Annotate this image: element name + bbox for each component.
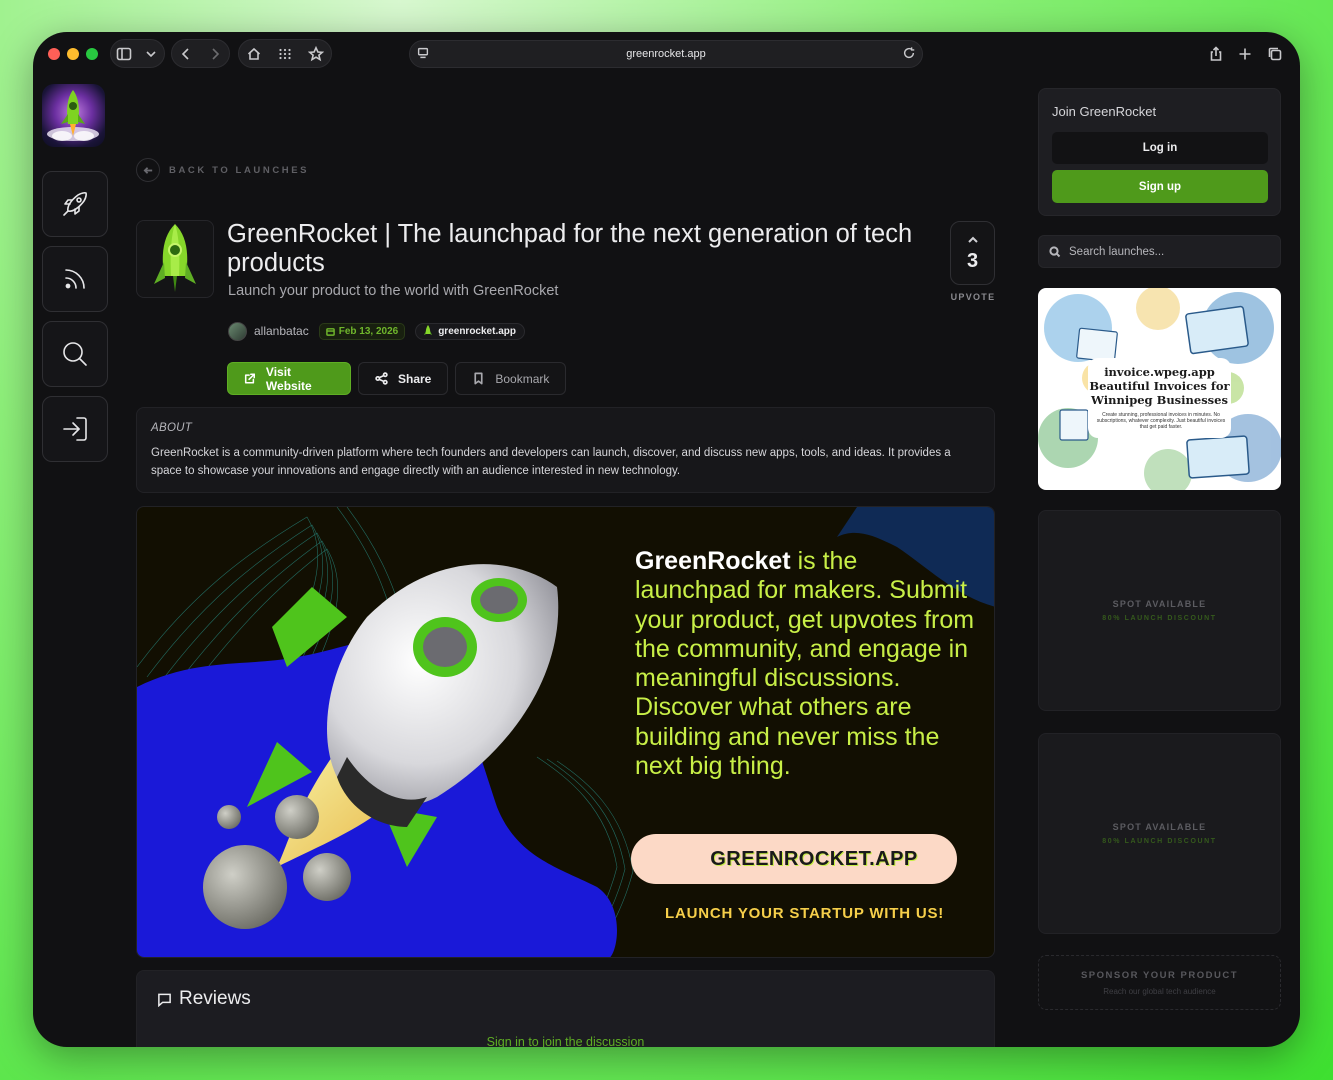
- upvote-label: UPVOTE: [950, 292, 996, 302]
- log-in-button[interactable]: Log in: [1052, 132, 1268, 164]
- external-link-icon: [244, 373, 255, 384]
- banner-cta-text: GREENROCKET.APP: [710, 847, 918, 870]
- grid-icon[interactable]: [273, 42, 297, 66]
- browser-window: greenrocket.app BACK TO LAUNCHES GreenRo…: [33, 32, 1300, 1047]
- close-window-button[interactable]: [48, 48, 60, 60]
- sign-in-icon: [63, 417, 87, 441]
- reload-icon[interactable]: [902, 46, 916, 63]
- banner-cta: GREENROCKET.APP: [631, 834, 957, 884]
- browser-toolbar: greenrocket.app: [33, 32, 1300, 76]
- bookmark-button[interactable]: Bookmark: [455, 362, 567, 395]
- url-text: greenrocket.app: [626, 48, 706, 60]
- reviews-title: Reviews: [179, 988, 251, 1009]
- bookmark-label: Bookmark: [495, 371, 550, 386]
- search-input[interactable]: [1069, 245, 1269, 258]
- bookmark-icon: [474, 372, 483, 385]
- launch-date-badge: Feb 13, 2026: [318, 322, 406, 340]
- arrow-left-icon: [136, 158, 160, 182]
- new-tab-icon[interactable]: [1233, 42, 1257, 66]
- sign-in-to-discuss-link[interactable]: Sign in to join the discussion: [137, 1035, 994, 1047]
- banner-body: is the launchpad for makers. Submit your…: [635, 547, 975, 781]
- ad-spot-available[interactable]: SPOT AVAILABLE 80% LAUNCH DISCOUNT: [1038, 733, 1281, 934]
- ad-spot-available[interactable]: SPOT AVAILABLE 80% LAUNCH DISCOUNT: [1038, 510, 1281, 711]
- sponsor-subtitle: Reach our global tech audience: [1103, 986, 1216, 996]
- reviews-heading: Reviews: [157, 988, 251, 1010]
- visit-website-label: Visit Website: [265, 364, 312, 393]
- share-icon: [375, 372, 388, 385]
- chevron-up-icon: [967, 236, 978, 243]
- page-settings-icon[interactable]: [416, 46, 430, 63]
- rss-icon: [65, 269, 85, 289]
- back-arrow-icon[interactable]: [174, 42, 198, 66]
- ad-description: Create stunning, professional invoices i…: [1096, 412, 1226, 430]
- chevron-down-icon[interactable]: [139, 42, 163, 66]
- rocket-logo-icon: [47, 90, 99, 141]
- spot-discount: 80% LAUNCH DISCOUNT: [1102, 615, 1217, 622]
- tab-overview-icon[interactable]: [1263, 42, 1287, 66]
- spot-discount: 80% LAUNCH DISCOUNT: [1102, 838, 1217, 845]
- launches-nav-button[interactable]: [42, 171, 108, 237]
- spot-title: SPOT AVAILABLE: [1112, 822, 1207, 832]
- reviews-section: Reviews Sign in to join the discussion: [136, 970, 995, 1047]
- back-to-launches-link[interactable]: BACK TO LAUNCHES: [136, 158, 309, 182]
- search-icon: [63, 342, 87, 366]
- launch-date: Feb 13, 2026: [338, 325, 399, 337]
- back-link-label: BACK TO LAUNCHES: [169, 164, 310, 176]
- address-bar[interactable]: greenrocket.app: [409, 40, 923, 68]
- star-icon[interactable]: [304, 42, 328, 66]
- rocket-icon: [63, 192, 87, 216]
- share-label: Share: [398, 371, 432, 386]
- author-name[interactable]: allanbatac: [254, 324, 309, 338]
- author-avatar[interactable]: [228, 321, 247, 341]
- forward-arrow-icon[interactable]: [203, 42, 227, 66]
- spot-title: SPOT AVAILABLE: [1112, 599, 1207, 609]
- sponsor-product-card[interactable]: SPONSOR YOUR PRODUCT Reach our global te…: [1038, 955, 1281, 1010]
- history-nav-group: [171, 39, 230, 68]
- login-nav-button[interactable]: [42, 396, 108, 462]
- search-nav-button[interactable]: [42, 321, 108, 387]
- website-badge[interactable]: greenrocket.app: [415, 322, 526, 340]
- ad-title: invoice.wpeg.app: [1104, 365, 1215, 379]
- upvote-count: 3: [966, 249, 979, 272]
- upvote-button[interactable]: 3: [950, 221, 995, 285]
- product-meta: allanbatac Feb 13, 2026 greenrocket.app: [228, 321, 526, 341]
- share-sheet-icon[interactable]: [1204, 42, 1228, 66]
- website-domain: greenrocket.app: [438, 325, 517, 337]
- sponsored-ad[interactable]: invoice.wpeg.app Beautiful Invoices for …: [1038, 288, 1281, 490]
- comment-icon: [158, 993, 171, 1007]
- rocket-mini-icon: [424, 325, 433, 335]
- banner-brand: GreenRocket: [635, 547, 791, 575]
- product-title: GreenRocket | The launchpad for the next…: [227, 220, 913, 277]
- banner-headline: GreenRocket is the launchpad for makers.…: [635, 547, 975, 781]
- join-card: Join GreenRocket Log in Sign up: [1038, 88, 1281, 216]
- product-icon: [136, 220, 214, 298]
- quick-actions-group: [238, 39, 332, 68]
- window-actions-group: [1200, 39, 1291, 68]
- visit-website-button[interactable]: Visit Website: [227, 362, 351, 395]
- minimize-window-button[interactable]: [67, 48, 79, 60]
- home-icon[interactable]: [242, 42, 266, 66]
- sign-up-button[interactable]: Sign up: [1052, 170, 1268, 203]
- banner-subline: LAUNCH YOUR STARTUP WITH US!: [665, 905, 945, 922]
- product-banner-image: GreenRocket is the launchpad for makers.…: [136, 506, 995, 958]
- search-icon: [1049, 245, 1061, 257]
- about-section: ABOUT GreenRocket is a community-driven …: [136, 407, 995, 493]
- about-text: GreenRocket is a community-driven platfo…: [151, 447, 951, 477]
- search-launches: [1038, 235, 1281, 268]
- zoom-window-button[interactable]: [86, 48, 98, 60]
- sponsor-title: SPONSOR YOUR PRODUCT: [1080, 969, 1239, 981]
- site-logo[interactable]: [42, 84, 105, 147]
- rocket-product-icon: [154, 224, 196, 292]
- share-button[interactable]: Share: [358, 362, 449, 395]
- sidebar-toggle-group: [110, 39, 165, 68]
- feed-nav-button[interactable]: [42, 246, 108, 312]
- calendar-icon: [325, 327, 335, 336]
- sidebar-icon[interactable]: [112, 42, 136, 66]
- ad-subtitle: Beautiful Invoices for Winnipeg Business…: [1089, 379, 1230, 407]
- join-title: Join GreenRocket: [1052, 104, 1157, 119]
- product-tagline: Launch your product to the world with Gr…: [228, 283, 559, 299]
- about-heading: ABOUT: [151, 422, 193, 434]
- product-actions: Visit Website Share Bookmark: [227, 362, 567, 395]
